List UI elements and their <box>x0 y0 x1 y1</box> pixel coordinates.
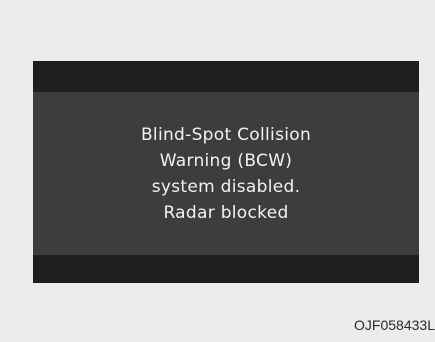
warning-message-line-4: Radar blocked <box>163 202 289 223</box>
display-top-bar <box>33 61 419 92</box>
cluster-display: Blind-Spot Collision Warning (BCW) syste… <box>33 61 419 283</box>
warning-message-line-1: Blind-Spot Collision <box>140 124 312 145</box>
warning-message-line-3: system disabled. <box>151 176 301 197</box>
figure-code: OJF058433L <box>354 317 435 333</box>
warning-message: Blind-Spot Collision Warning (BCW) syste… <box>33 92 419 255</box>
warning-message-line-2: Warning (BCW) <box>159 150 293 171</box>
display-bottom-bar <box>33 255 419 283</box>
